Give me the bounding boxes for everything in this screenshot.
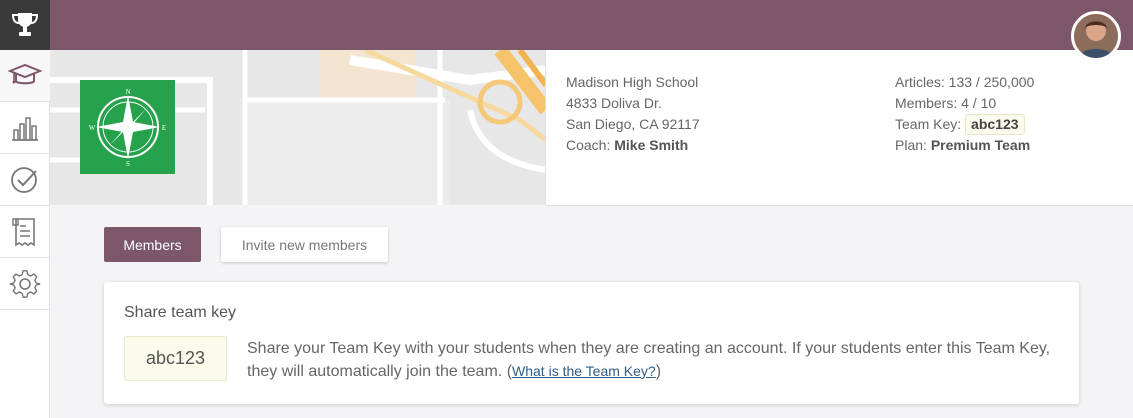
sidebar-item-trophy[interactable] xyxy=(0,0,50,50)
coach-row: Coach: Mike Smith xyxy=(566,135,700,156)
checkmark-circle-icon xyxy=(11,166,37,193)
card-title: Share team key xyxy=(124,304,237,321)
compass-s-label: S xyxy=(126,160,130,167)
coach-label: Coach: xyxy=(566,137,611,153)
receipt-icon xyxy=(12,217,35,246)
plan-value: Premium Team xyxy=(930,137,1031,153)
school-name: Madison High School xyxy=(566,74,699,90)
avatar-photo xyxy=(1074,14,1118,58)
articles-count: Articles: 133 / 250,000 xyxy=(895,74,1035,90)
school-address-line2: San Diego, CA 92117 xyxy=(566,116,700,132)
trophy-icon xyxy=(11,13,39,36)
team-key-badge: abc123 xyxy=(965,114,1025,135)
user-avatar[interactable] xyxy=(1071,11,1121,61)
members-count: Members: 4 / 10 xyxy=(895,95,997,111)
team-key-box[interactable]: abc123 xyxy=(124,336,227,381)
what-is-team-key-link[interactable]: What is the Team Key? xyxy=(512,363,656,379)
sidebar-item-settings[interactable] xyxy=(0,258,50,310)
compass-w-label: W xyxy=(88,124,95,132)
bar-chart-icon xyxy=(12,116,38,141)
coach-name: Mike Smith xyxy=(614,137,689,153)
top-bar xyxy=(50,0,1133,50)
tab-members[interactable]: Members xyxy=(104,227,201,262)
team-key-label: Team Key: xyxy=(895,116,962,132)
plan-row: Plan: Premium Team xyxy=(895,135,1034,156)
sidebar-item-billing[interactable] xyxy=(0,206,50,258)
compass-icon: N S W E xyxy=(88,88,165,167)
share-description: Share your Team Key with your students w… xyxy=(247,337,1067,383)
school-info: Madison High School 4833 Doliva Dr. San … xyxy=(566,72,700,156)
plan-label: Plan: xyxy=(895,137,927,153)
school-address-line1: 4833 Doliva Dr. xyxy=(566,95,662,111)
compass-n-label: N xyxy=(125,88,130,96)
tab-invite-new-members[interactable]: Invite new members xyxy=(221,227,388,262)
sidebar xyxy=(0,0,50,418)
compass-e-label: E xyxy=(161,124,165,132)
share-team-key-card: Share team key abc123 Share your Team Ke… xyxy=(104,282,1079,404)
graduation-cap-icon xyxy=(8,63,42,84)
team-info-panel: Madison High School 4833 Doliva Dr. San … xyxy=(546,50,1133,206)
sidebar-item-tasks[interactable] xyxy=(0,154,50,206)
paren-close: ) xyxy=(655,363,662,380)
sidebar-item-stats[interactable] xyxy=(0,102,50,154)
team-logo: N S W E xyxy=(80,80,175,174)
team-stats: Articles: 133 / 250,000 Members: 4 / 10 … xyxy=(895,72,1034,156)
sidebar-item-team[interactable] xyxy=(0,50,50,102)
team-key-row: Team Key: abc123 xyxy=(895,114,1034,135)
gear-icon xyxy=(9,269,41,298)
